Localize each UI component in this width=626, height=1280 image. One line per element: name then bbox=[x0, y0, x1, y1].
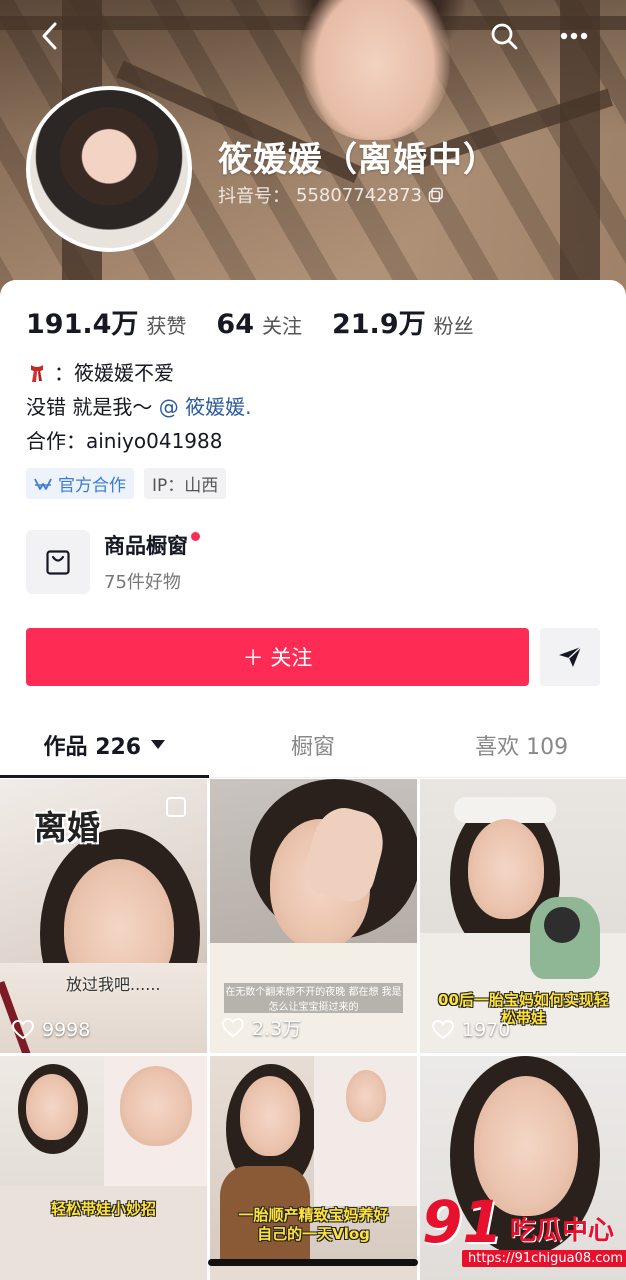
handshake-icon bbox=[34, 478, 52, 490]
scarf-emoji-icon bbox=[31, 365, 43, 382]
follow-button[interactable]: ＋ 关注 bbox=[26, 628, 529, 686]
watermark-url: https://91chigua08.com bbox=[462, 1250, 626, 1267]
tab-showcase[interactable]: 橱窗 bbox=[209, 712, 418, 777]
product-showcase[interactable]: 商品橱窗 75件好物 bbox=[26, 530, 200, 594]
bio: ：筱媛媛不爱 没错 就是我～ @ 筱媛媛. 合作：ainiyo041988 bbox=[26, 356, 251, 458]
stats-row: 191.4万 获赞 64 关注 21.9万 粉丝 bbox=[26, 302, 504, 341]
new-indicator-dot bbox=[191, 532, 200, 541]
caret-down-icon[interactable] bbox=[151, 740, 166, 749]
stat-value: 21.9万 bbox=[331, 309, 426, 340]
stat-following[interactable]: 64 关注 bbox=[216, 309, 302, 340]
shopping-bag-icon bbox=[26, 530, 90, 594]
tab-label: 喜欢 109 bbox=[475, 734, 569, 760]
showcase-title: 商品橱窗 bbox=[104, 534, 188, 558]
stat-value: 191.4万 bbox=[26, 309, 139, 340]
tab-label: 作品 226 bbox=[43, 734, 142, 760]
video-thumbnail[interactable]: 离婚 放过我吧...... 9998 bbox=[0, 779, 207, 1053]
send-icon bbox=[559, 646, 582, 667]
tag-label: 官方合作 bbox=[58, 476, 126, 496]
top-bar bbox=[0, 0, 626, 72]
video-title-overlay: 离婚 bbox=[34, 808, 100, 847]
likes-count: 1970 bbox=[462, 1019, 511, 1041]
pin-icon bbox=[166, 797, 186, 817]
likes-count: 9998 bbox=[42, 1019, 91, 1041]
bio-line-2: 没错 就是我～ @ 筱媛媛. bbox=[26, 390, 251, 424]
watermark-logo: 91 吃瓜中心 https://91chigua08.com bbox=[420, 1188, 626, 1280]
douyin-id[interactable]: 抖音号： 55807742873 bbox=[218, 182, 444, 208]
video-caption: 一胎顺产精致宝妈养好自己的一天Vlog bbox=[238, 1206, 389, 1243]
home-indicator bbox=[208, 1259, 418, 1266]
tab-works[interactable]: 作品 226 bbox=[0, 712, 209, 778]
ip-location-tag: IP：山西 bbox=[144, 468, 227, 499]
bio-line-3: 合作：ainiyo041988 bbox=[26, 429, 223, 453]
video-caption: 在无数个翻来想不开的夜晚 都在想 我是怎么让宝宝挺过来的 bbox=[224, 983, 403, 1013]
showcase-text: 商品橱窗 75件好物 bbox=[104, 530, 200, 594]
video-caption: 轻松带娃小妙招 bbox=[50, 1200, 156, 1218]
stat-label: 获赞 bbox=[146, 314, 187, 338]
video-thumbnail[interactable]: 轻松带娃小妙招 bbox=[0, 1056, 207, 1280]
video-thumbnail[interactable]: 一胎顺产精致宝妈养好自己的一天Vlog bbox=[210, 1056, 417, 1280]
stat-followers[interactable]: 21.9万 粉丝 bbox=[332, 302, 474, 341]
search-icon[interactable] bbox=[482, 14, 526, 58]
official-cooperation-tag[interactable]: 官方合作 bbox=[26, 468, 134, 499]
likes-count: 2.3万 bbox=[252, 1018, 302, 1040]
content-tabs: 作品 226 橱窗 喜欢 109 bbox=[0, 712, 626, 778]
heart-icon bbox=[432, 1020, 454, 1040]
heart-icon bbox=[222, 1017, 244, 1037]
video-likes: 2.3万 bbox=[222, 1014, 301, 1041]
watermark-number: 91 bbox=[422, 1188, 503, 1256]
video-caption: 放过我吧...... bbox=[66, 975, 161, 994]
profile-name: 筱媛媛（离婚中） bbox=[218, 140, 498, 180]
avatar[interactable] bbox=[26, 86, 192, 252]
copy-icon[interactable] bbox=[428, 187, 444, 203]
tab-liked[interactable]: 喜欢 109 bbox=[417, 712, 626, 777]
back-icon[interactable] bbox=[28, 14, 72, 58]
stat-value: 64 bbox=[216, 309, 254, 340]
bio-line-1: ：筱媛媛不爱 bbox=[26, 356, 251, 390]
stat-likes[interactable]: 191.4万 获赞 bbox=[26, 302, 186, 341]
bio-text: 没错 就是我～ bbox=[26, 395, 153, 419]
heart-icon bbox=[12, 1020, 34, 1040]
more-icon[interactable] bbox=[552, 14, 596, 58]
stat-label: 关注 bbox=[261, 314, 302, 338]
tags-row: 官方合作 IP：山西 bbox=[26, 468, 227, 499]
video-thumbnail[interactable]: 在无数个翻来想不开的夜晚 都在想 我是怎么让宝宝挺过来的 2.3万 bbox=[210, 779, 417, 1053]
douyin-id-value: 55807742873 bbox=[296, 184, 422, 206]
bio-text: ：筱媛媛不爱 bbox=[54, 361, 174, 385]
video-thumbnail[interactable]: 00后一胎宝妈如何实现轻松带娃 1970 bbox=[420, 779, 626, 1053]
watermark-brand: 吃瓜中心 bbox=[510, 1216, 615, 1246]
video-likes: 1970 bbox=[432, 1019, 510, 1041]
bio-mention-link[interactable]: @ 筱媛媛. bbox=[159, 395, 252, 419]
tab-label: 橱窗 bbox=[291, 734, 336, 760]
showcase-subtitle: 75件好物 bbox=[104, 572, 181, 593]
message-button[interactable] bbox=[540, 628, 600, 686]
douyin-id-label: 抖音号： bbox=[218, 186, 290, 207]
video-likes: 9998 bbox=[12, 1019, 90, 1041]
stat-label: 粉丝 bbox=[433, 314, 474, 338]
